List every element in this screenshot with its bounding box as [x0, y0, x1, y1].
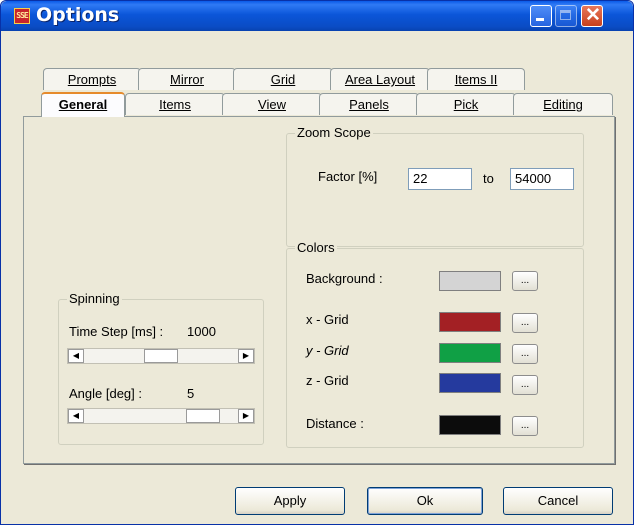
- zoom-scope-title: Zoom Scope: [295, 125, 373, 140]
- tab-editing[interactable]: Editing: [513, 93, 613, 115]
- spinning-title: Spinning: [67, 291, 122, 306]
- distance-color-swatch[interactable]: [439, 415, 501, 435]
- scroll-right-icon[interactable]: ▶: [238, 349, 254, 363]
- z-grid-color-swatch[interactable]: [439, 373, 501, 393]
- background-color-label: Background :: [306, 271, 383, 286]
- tab-prompts[interactable]: Prompts: [43, 68, 141, 90]
- z-grid-color-button[interactable]: ...: [512, 375, 538, 395]
- tab-view[interactable]: View: [222, 93, 322, 115]
- maximize-icon: [560, 10, 571, 20]
- background-color-button[interactable]: ...: [512, 271, 538, 291]
- options-dialog: SSE Options ✕ Prompts Mirror Grid Area L…: [0, 0, 634, 525]
- close-button[interactable]: ✕: [581, 5, 603, 27]
- apply-button[interactable]: Apply: [235, 487, 345, 515]
- angle-label: Angle [deg] :: [69, 386, 142, 401]
- x-grid-color-swatch[interactable]: [439, 312, 501, 332]
- tab-general[interactable]: General: [41, 92, 125, 117]
- tab-items-ii[interactable]: Items II: [427, 68, 525, 90]
- tab-panels[interactable]: Panels: [319, 93, 419, 115]
- angle-value: 5: [187, 386, 195, 401]
- maximize-button[interactable]: [555, 5, 577, 27]
- angle-scroll-thumb[interactable]: [186, 409, 220, 423]
- cancel-button[interactable]: Cancel: [503, 487, 613, 515]
- angle-scrollbar[interactable]: ◀ ▶: [67, 408, 255, 424]
- tab-area-layout[interactable]: Area Layout: [330, 68, 430, 90]
- tab-label: General: [58, 97, 108, 112]
- tab-label: Items II: [454, 72, 498, 87]
- tab-items[interactable]: Items: [125, 93, 225, 115]
- zoom-scope-group: Zoom Scope Factor [%] 22 to 54000: [286, 125, 584, 247]
- distance-color-button[interactable]: ...: [512, 416, 538, 436]
- factor-from-input[interactable]: 22: [408, 168, 472, 190]
- distance-label: Distance :: [306, 416, 364, 431]
- y-grid-color-swatch[interactable]: [439, 343, 501, 363]
- tab-label: Editing: [543, 97, 583, 112]
- factor-to-input[interactable]: 54000: [510, 168, 574, 190]
- tab-grid[interactable]: Grid: [233, 68, 333, 90]
- tab-label: Items: [159, 97, 191, 112]
- x-grid-color-button[interactable]: ...: [512, 313, 538, 333]
- time-step-scrollbar[interactable]: ◀ ▶: [67, 348, 255, 364]
- window-title: Options: [36, 4, 120, 26]
- time-step-value: 1000: [187, 324, 216, 339]
- tab-label: Area Layout: [344, 72, 416, 87]
- tab-label: Pick: [453, 97, 479, 112]
- tab-label: Panels: [349, 97, 389, 112]
- minimize-button[interactable]: [530, 5, 552, 27]
- tab-label: Mirror: [170, 72, 204, 87]
- x-grid-label: x - Grid: [306, 312, 349, 327]
- background-color-swatch[interactable]: [439, 271, 501, 291]
- to-label: to: [483, 171, 494, 186]
- ok-button[interactable]: Ok: [367, 487, 483, 515]
- tab-mirror[interactable]: Mirror: [138, 68, 236, 90]
- tab-label: Grid: [270, 72, 296, 87]
- colors-group: Colors Background : ... x - Grid ... y -…: [286, 240, 584, 448]
- y-grid-label: y - Grid: [306, 343, 349, 358]
- colors-title: Colors: [295, 240, 337, 255]
- title-bar[interactable]: SSE Options ✕: [1, 1, 633, 31]
- time-step-label: Time Step [ms] :: [69, 324, 164, 339]
- scroll-left-icon[interactable]: ◀: [68, 349, 84, 363]
- general-tab-panel: Zoom Scope Factor [%] 22 to 54000 Colors…: [23, 116, 615, 464]
- tab-pick[interactable]: Pick: [416, 93, 516, 115]
- factor-label: Factor [%]: [318, 169, 378, 184]
- tab-label: Prompts: [67, 72, 117, 87]
- scroll-left-icon[interactable]: ◀: [68, 409, 84, 423]
- y-grid-color-button[interactable]: ...: [512, 344, 538, 364]
- scroll-right-icon[interactable]: ▶: [238, 409, 254, 423]
- app-logo-icon: SSE: [14, 8, 30, 24]
- time-step-scroll-thumb[interactable]: [144, 349, 178, 363]
- close-icon: ✕: [585, 5, 601, 26]
- tab-label: View: [258, 97, 286, 112]
- spinning-group: Spinning Time Step [ms] : 1000 ◀ ▶ Angle…: [58, 291, 264, 445]
- minimize-icon: [536, 18, 544, 21]
- z-grid-label: z - Grid: [306, 373, 349, 388]
